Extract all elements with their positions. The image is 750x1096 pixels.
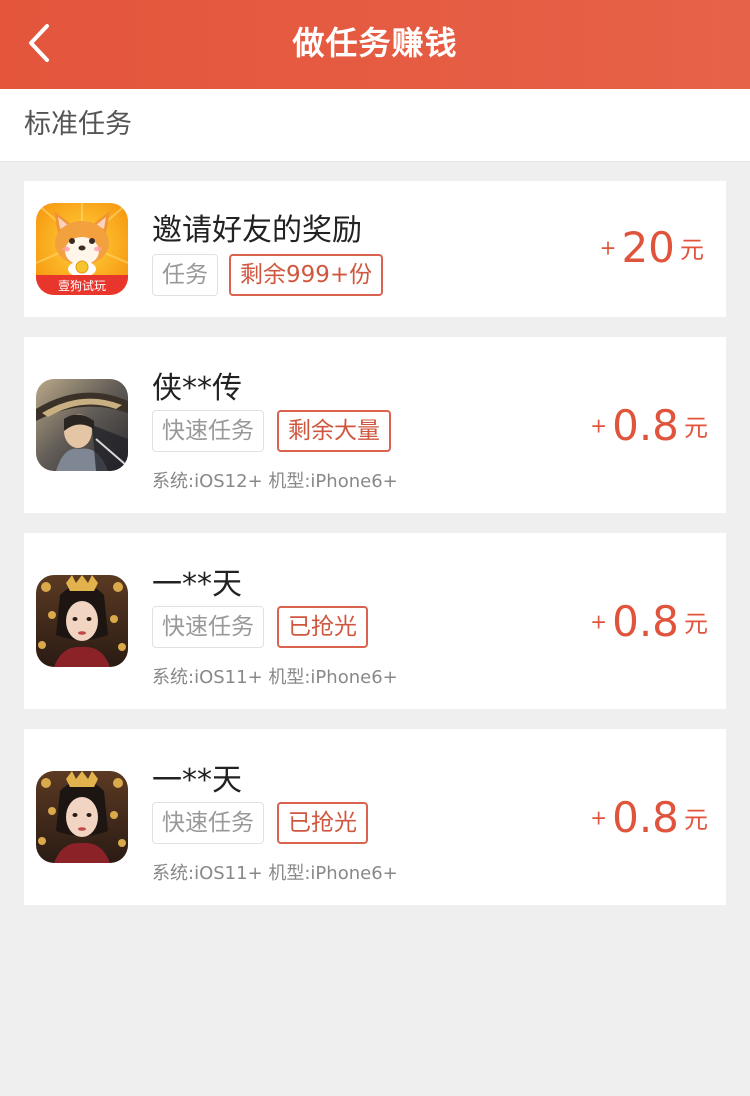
task-type-tag: 任务 — [152, 254, 218, 296]
empress-game-icon — [36, 575, 128, 667]
reward-amount: + 0.8 元 — [590, 401, 708, 450]
swordsman-game-icon — [36, 379, 128, 471]
system-requirements: 系统:iOS11+ 机型:iPhone6+ — [152, 863, 398, 884]
corgi-app-icon: 壹狗试玩 — [36, 203, 128, 295]
page-title: 做任务赚钱 — [292, 24, 458, 62]
empress-game-icon — [36, 771, 128, 863]
system-requirements: 系统:iOS12+ 机型:iPhone6+ — [152, 471, 398, 492]
task-card[interactable]: 壹狗试玩 邀请好友的奖励 任务 剩余999+份 + 20 元 — [24, 181, 726, 317]
task-card[interactable]: 一**天 快速任务 已抢光 系统:iOS11+ 机型:iPhone6+ + 0.… — [24, 729, 726, 905]
task-title: 侠**传 — [152, 371, 242, 406]
section-header: 标准任务 — [0, 89, 750, 162]
task-type-tag: 快速任务 — [152, 802, 264, 844]
svg-text:壹狗试玩: 壹狗试玩 — [58, 278, 106, 293]
task-type-tag: 快速任务 — [152, 606, 264, 648]
section-title: 标准任务 — [24, 109, 132, 140]
task-status-tag: 已抢光 — [277, 606, 368, 648]
task-type-tag: 快速任务 — [152, 410, 264, 452]
reward-amount: + 0.8 元 — [590, 597, 708, 646]
reward-amount: + 20 元 — [599, 223, 704, 272]
reward-amount: + 0.8 元 — [590, 793, 708, 842]
task-title: 一**天 — [152, 763, 242, 798]
task-title: 邀请好友的奖励 — [152, 213, 362, 248]
task-card[interactable]: 侠**传 快速任务 剩余大量 系统:iOS12+ 机型:iPhone6+ + 0… — [24, 337, 726, 513]
task-title: 一**天 — [152, 567, 242, 602]
task-status-tag: 已抢光 — [277, 802, 368, 844]
task-card[interactable]: 一**天 快速任务 已抢光 系统:iOS11+ 机型:iPhone6+ + 0.… — [24, 533, 726, 709]
task-status-tag: 剩余大量 — [277, 410, 391, 452]
top-nav-bar: 做任务赚钱 — [0, 0, 750, 89]
task-status-tag: 剩余999+份 — [229, 254, 384, 296]
system-requirements: 系统:iOS11+ 机型:iPhone6+ — [152, 667, 398, 688]
